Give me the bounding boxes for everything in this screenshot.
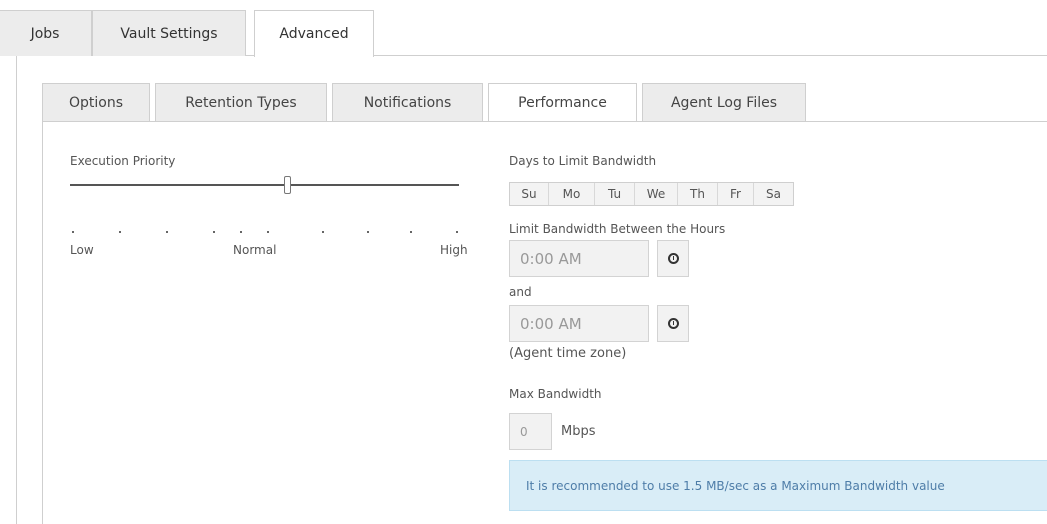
tab-jobs-label: Jobs xyxy=(30,25,60,42)
priority-normal-label: Normal xyxy=(233,243,277,257)
execution-priority-slider[interactable] xyxy=(70,184,459,186)
start-time-picker-button[interactable] xyxy=(657,240,689,277)
tab-retention-types[interactable]: Retention Types xyxy=(155,83,327,121)
top-tab-bar: Jobs Vault Settings Advanced xyxy=(0,0,1047,57)
execution-priority-label: Execution Priority xyxy=(70,154,176,168)
day-selector: Su Mo Tu We Th Fr Sa xyxy=(509,182,794,206)
mbps-unit-label: Mbps xyxy=(561,424,596,439)
slider-tick xyxy=(456,231,458,233)
slider-tick xyxy=(72,231,74,233)
day-button[interactable]: Tu xyxy=(595,183,635,205)
tab-agent-log-files[interactable]: Agent Log Files xyxy=(642,83,806,121)
max-bandwidth-input[interactable] xyxy=(509,413,552,450)
tab-performance-label: Performance xyxy=(518,95,607,111)
tab-vault-settings-label: Vault Settings xyxy=(120,25,218,42)
slider-tick xyxy=(213,231,215,233)
slider-tick xyxy=(240,231,242,233)
tab-performance[interactable]: Performance xyxy=(488,83,637,122)
timezone-note: (Agent time zone) xyxy=(509,346,627,361)
tab-jobs[interactable]: Jobs xyxy=(0,10,92,56)
clock-icon xyxy=(667,253,679,264)
day-button[interactable]: Th xyxy=(678,183,718,205)
tab-options-label: Options xyxy=(68,94,124,111)
and-label: and xyxy=(509,285,532,299)
execution-priority-slider-handle[interactable] xyxy=(284,176,291,194)
clock-icon xyxy=(667,318,679,329)
tab-options[interactable]: Options xyxy=(42,83,150,121)
day-button[interactable]: We xyxy=(635,183,678,205)
slider-tick xyxy=(410,231,412,233)
slider-tick xyxy=(322,231,324,233)
priority-low-label: Low xyxy=(70,243,94,257)
tab-retention-types-label: Retention Types xyxy=(185,94,297,111)
end-time-input[interactable] xyxy=(509,305,649,342)
slider-tick xyxy=(166,231,168,233)
day-button[interactable]: Sa xyxy=(754,183,793,205)
tab-notifications-label: Notifications xyxy=(363,94,452,111)
day-button[interactable]: Fr xyxy=(718,183,754,205)
slider-tick xyxy=(367,231,369,233)
slider-tick xyxy=(267,231,269,233)
day-button[interactable]: Mo xyxy=(549,183,595,205)
days-to-limit-label: Days to Limit Bandwidth xyxy=(509,154,657,168)
hours-label: Limit Bandwidth Between the Hours xyxy=(509,222,726,236)
tab-advanced-label: Advanced xyxy=(279,26,349,42)
bandwidth-recommendation-alert: It is recommended to use 1.5 MB/sec as a… xyxy=(509,460,1047,511)
tab-notifications[interactable]: Notifications xyxy=(332,83,483,121)
end-time-picker-button[interactable] xyxy=(657,305,689,342)
start-time-input[interactable] xyxy=(509,240,649,277)
slider-tick xyxy=(119,231,121,233)
recommendation-text: It is recommended to use 1.5 MB/sec as a… xyxy=(526,478,945,493)
day-button[interactable]: Su xyxy=(510,183,549,205)
tab-agent-log-files-label: Agent Log Files xyxy=(670,94,778,111)
max-bandwidth-label: Max Bandwidth xyxy=(509,387,602,401)
tab-advanced[interactable]: Advanced xyxy=(254,10,374,57)
priority-high-label: High xyxy=(440,243,468,257)
tab-vault-settings[interactable]: Vault Settings xyxy=(92,10,246,56)
